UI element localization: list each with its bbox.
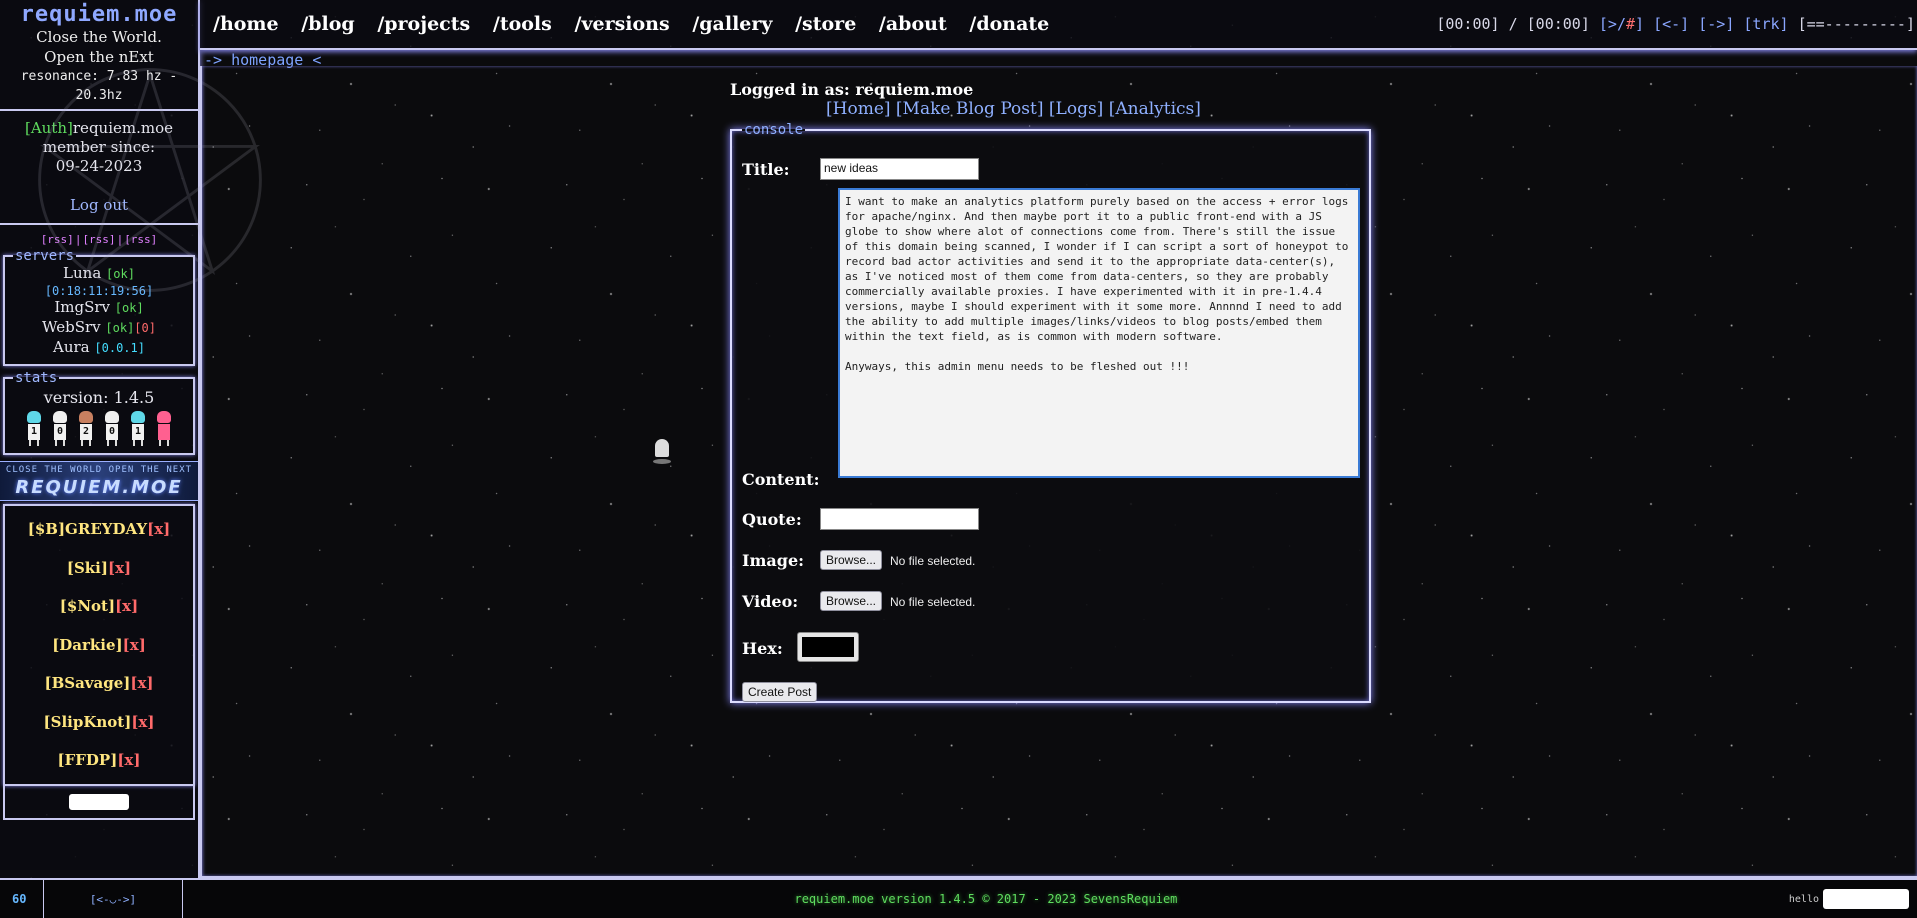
sidebar: requiem.moe Close the World. Open the nE… [0,0,262,878]
emoticon-widget[interactable]: [<-◡->] [43,880,183,918]
band-item[interactable]: [Ski][x] [5,549,193,588]
nav-versions[interactable]: /versions [575,13,670,35]
quote-input[interactable] [820,508,979,530]
hex-label: Hex: [742,639,783,658]
content-textarea[interactable]: I want to make an analytics platform pur… [838,188,1360,478]
video-browse-button[interactable]: Browse... [820,591,883,611]
nav-projects[interactable]: /projects [377,13,470,35]
band-remove[interactable]: [x] [123,636,146,654]
image-browse-button[interactable]: Browse... [820,550,883,570]
admin-link-logs[interactable]: [Logs] [1049,99,1103,119]
video-no-file-text: No file selected. [890,595,976,609]
player-next-button[interactable]: [->] [1698,15,1734,33]
banner-title: REQUIEM.MOE [15,477,183,498]
band-remove[interactable]: [x] [115,597,138,615]
hex-color-picker[interactable] [797,632,859,662]
player-track-button[interactable]: [trk] [1743,15,1788,33]
player-time: [00:00] / [00:00] [1436,15,1590,33]
server-aura: Aura [0.0.1] [53,338,145,356]
music-player: [00:00] / [00:00] [>/#] [<-] [->] [trk] … [1436,15,1917,33]
server-websrv: WebSrv [ok][0] [42,318,156,336]
nav-about[interactable]: /about [879,13,947,35]
server-status: [ok] [114,301,144,315]
console-legend: console [744,122,804,138]
hex-swatch [802,637,854,657]
ghost-sprite-icon [653,439,671,465]
player-play-button[interactable]: [>/#] [1599,15,1644,33]
main-nav: /home /blog /projects /tools /versions /… [200,13,1049,35]
band-remove[interactable]: [x] [117,751,140,769]
video-label: Video: [742,592,799,611]
sidebar-bottom-slot [3,785,195,820]
brand-title[interactable]: requiem.moe [0,2,198,27]
nav-home[interactable]: /home [213,13,279,35]
bands-list: [$B]GREYDAY[x] [Ski][x] [$Not][x] [Darki… [3,504,195,786]
hello-label: hello [1788,893,1819,905]
band-remove[interactable]: [x] [147,520,170,538]
admin-link-analytics[interactable]: [Analytics] [1109,99,1201,119]
admin-links: [Home] [Make Blog Post] [Logs] [Analytic… [826,99,1201,119]
band-remove[interactable]: [x] [108,559,131,577]
stats-legend: stats [15,370,58,386]
nav-blog[interactable]: /blog [301,13,354,35]
counter-digit: 1 [129,411,147,447]
create-post-button[interactable]: Create Post [742,682,818,702]
player-volume-bar[interactable]: [==---------] [1798,15,1915,33]
title-label: Title: [742,160,790,179]
image-no-file-text: No file selected. [890,554,976,568]
counter-digit: 1 [25,411,43,447]
nav-donate[interactable]: /donate [969,13,1049,35]
nav-tools[interactable]: /tools [493,13,552,35]
counter-digit: 0 [103,411,121,447]
counter-digit: 2 [77,411,95,447]
admin-link-home[interactable]: [Home] [826,99,891,119]
player-prev-button[interactable]: [<-] [1653,15,1689,33]
band-remove[interactable]: [x] [131,713,154,731]
tagline-1: Close the World. [36,28,162,46]
counter-digit: 0 [51,411,69,447]
hello-input[interactable] [1823,889,1909,909]
band-item[interactable]: [$Not][x] [5,587,193,626]
nav-gallery[interactable]: /gallery [692,13,772,35]
admin-link-make-blog-post[interactable]: [Make Blog Post] [896,99,1044,119]
top-nav-bar: /home /blog /projects /tools /versions /… [200,0,1917,50]
band-item[interactable]: [SlipKnot][x] [5,703,193,742]
quote-label: Quote: [742,510,802,529]
banner-subtitle: CLOSE THE WORLD OPEN THE NEXT [5,465,193,475]
fps-counter: 60 [12,892,27,906]
site-banner[interactable]: CLOSE THE WORLD OPEN THE NEXT REQUIEM.MO… [0,461,198,501]
logged-in-text: Logged in as: requiem.moe [730,80,974,99]
nav-store[interactable]: /store [795,13,856,35]
server-status: [0.0.1] [94,341,145,355]
server-error-count: [0] [134,321,156,335]
footer: 60 [<-◡->] requiem.moe version 1.4.5 © 2… [0,878,1917,918]
visitor-counter: 1 0 2 0 1 [7,411,191,447]
console-form: console Title: new ideas I want to make … [730,122,1371,703]
title-input[interactable]: new ideas [820,158,979,180]
band-item[interactable]: [Darkie][x] [5,626,193,665]
counter-digit [155,411,173,447]
redacted-input[interactable] [69,793,129,810]
image-label: Image: [742,551,805,570]
version-label: version: 1.4.5 [43,388,155,407]
band-item[interactable]: [$B]GREYDAY[x] [5,510,193,549]
server-status: [ok] [105,321,135,335]
copyright-text: requiem.moe version 1.4.5 © 2017 - 2023 … [794,892,1178,906]
content-label: Content: [742,470,820,489]
stats-box: stats version: 1.4.5 1 0 2 0 1 [3,370,195,455]
band-item[interactable]: [BSavage][x] [5,664,193,703]
band-item[interactable]: [FFDP][x] [5,741,193,780]
server-imgsrv: ImgSrv [ok] [54,298,144,316]
band-remove[interactable]: [x] [130,674,153,692]
